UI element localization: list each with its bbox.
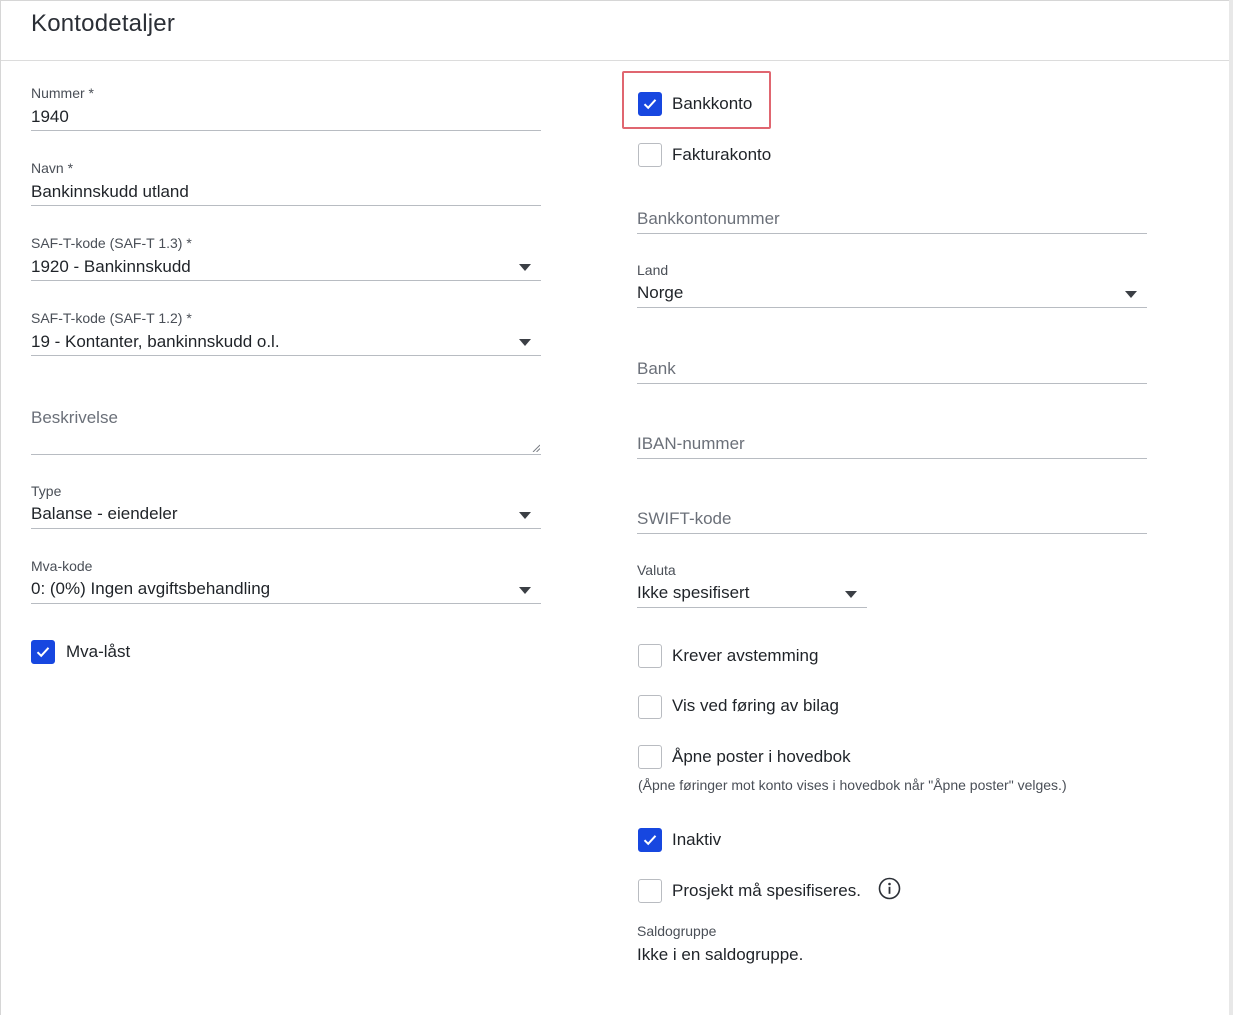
- swift-underline: [637, 533, 1147, 534]
- bank-underline: [637, 383, 1147, 384]
- land-underline: [637, 307, 1147, 308]
- mvalast-label[interactable]: Mva-låst: [66, 642, 130, 662]
- navn-label: Navn *: [31, 160, 74, 176]
- page-title: Kontodetaljer: [31, 10, 176, 37]
- land-value[interactable]: Norge: [637, 283, 683, 303]
- navn-value[interactable]: Bankinnskudd utland: [31, 182, 189, 202]
- nummer-field[interactable]: Nummer * 1940: [31, 83, 541, 133]
- bankkontonummer-field[interactable]: Bankkontonummer: [637, 208, 1147, 238]
- saft12-select[interactable]: SAF-T-kode (SAF-T 1.2) * 19 - Kontanter,…: [31, 308, 541, 358]
- saft12-label: SAF-T-kode (SAF-T 1.2) *: [31, 310, 192, 326]
- bankkonto-label[interactable]: Bankkonto: [672, 94, 752, 114]
- bank-placeholder: Bank: [637, 359, 676, 378]
- navn-underline: [31, 205, 541, 206]
- swift-placeholder: SWIFT-kode: [637, 509, 732, 528]
- vis-ved-foring-checkbox[interactable]: [638, 695, 662, 719]
- check-icon: [36, 647, 50, 658]
- apne-poster-label[interactable]: Åpne poster i hovedbok: [672, 747, 851, 767]
- land-select[interactable]: Land Norge: [637, 262, 1147, 312]
- check-icon: [643, 835, 657, 846]
- beskrivelse-placeholder: Beskrivelse: [31, 408, 118, 427]
- bankkontonummer-underline: [637, 233, 1147, 234]
- prosjekt-checkbox[interactable]: [638, 879, 662, 903]
- bankkonto-checkbox[interactable]: [638, 92, 662, 116]
- saft12-underline: [31, 355, 541, 356]
- saft13-value[interactable]: 1920 - Bankinnskudd: [31, 257, 191, 277]
- krever-avstemming-checkbox[interactable]: [638, 644, 662, 668]
- valuta-value[interactable]: Ikke spesifisert: [637, 583, 749, 603]
- nummer-underline: [31, 130, 541, 131]
- chevron-down-icon[interactable]: [519, 264, 531, 271]
- valuta-underline: [637, 607, 867, 608]
- saldogruppe-value: Ikke i en saldogruppe.: [637, 945, 804, 964]
- iban-field[interactable]: IBAN-nummer: [637, 433, 1147, 463]
- type-select[interactable]: Type Balanse - eiendeler: [31, 483, 541, 533]
- iban-placeholder: IBAN-nummer: [637, 434, 745, 453]
- check-icon: [643, 99, 657, 110]
- chevron-down-icon[interactable]: [519, 512, 531, 519]
- saft13-select[interactable]: SAF-T-kode (SAF-T 1.3) * 1920 - Bankinns…: [31, 233, 541, 283]
- type-underline: [31, 528, 541, 529]
- saft13-underline: [31, 280, 541, 281]
- chevron-down-icon[interactable]: [519, 587, 531, 594]
- nummer-value[interactable]: 1940: [31, 107, 69, 127]
- chevron-down-icon[interactable]: [519, 339, 531, 346]
- navn-field[interactable]: Navn * Bankinnskudd utland: [31, 158, 541, 208]
- valuta-label: Valuta: [637, 562, 676, 578]
- valuta-select[interactable]: Valuta Ikke spesifisert: [637, 562, 867, 612]
- chevron-down-icon[interactable]: [1125, 291, 1137, 298]
- type-label: Type: [31, 483, 62, 499]
- beskrivelse-underline: [31, 454, 541, 455]
- mvalast-checkbox[interactable]: [31, 640, 55, 664]
- iban-underline: [637, 458, 1147, 459]
- bank-field[interactable]: Bank: [637, 358, 1147, 388]
- scrollbar[interactable]: [1229, 0, 1233, 1015]
- chevron-down-icon[interactable]: [845, 591, 857, 598]
- bankkontonummer-placeholder: Bankkontonummer: [637, 209, 780, 228]
- fakturakonto-checkbox[interactable]: [638, 143, 662, 167]
- fakturakonto-label[interactable]: Fakturakonto: [672, 145, 771, 165]
- prosjekt-label[interactable]: Prosjekt må spesifiseres.: [672, 881, 861, 901]
- saft12-value[interactable]: 19 - Kontanter, bankinnskudd o.l.: [31, 332, 280, 352]
- krever-avstemming-label[interactable]: Krever avstemming: [672, 646, 818, 666]
- mvakode-underline: [31, 603, 541, 604]
- saldogruppe-field: Saldogruppe Ikke i en saldogruppe.: [637, 923, 1147, 973]
- apne-poster-note: (Åpne føringer mot konto vises i hovedbo…: [638, 777, 1067, 793]
- apne-poster-checkbox[interactable]: [638, 745, 662, 769]
- account-details-panel: Kontodetaljer Nummer * 1940 Navn * Banki…: [0, 0, 1230, 1015]
- swift-field[interactable]: SWIFT-kode: [637, 508, 1147, 538]
- inaktiv-checkbox[interactable]: [638, 828, 662, 852]
- mvakode-select[interactable]: Mva-kode 0: (0%) Ingen avgiftsbehandling: [31, 558, 541, 608]
- saft13-label: SAF-T-kode (SAF-T 1.3) *: [31, 235, 192, 251]
- resize-handle-icon[interactable]: [532, 444, 540, 452]
- saldogruppe-label: Saldogruppe: [637, 923, 717, 939]
- inaktiv-label[interactable]: Inaktiv: [672, 830, 721, 850]
- mvakode-label: Mva-kode: [31, 558, 93, 574]
- land-label: Land: [637, 262, 669, 278]
- nummer-label: Nummer *: [31, 85, 95, 101]
- beskrivelse-textarea[interactable]: Beskrivelse: [31, 406, 541, 456]
- type-value[interactable]: Balanse - eiendeler: [31, 504, 177, 524]
- mvakode-value[interactable]: 0: (0%) Ingen avgiftsbehandling: [31, 579, 270, 599]
- vis-ved-foring-label[interactable]: Vis ved føring av bilag: [672, 696, 839, 716]
- panel-header: Kontodetaljer: [1, 1, 1229, 61]
- info-icon[interactable]: [878, 877, 901, 900]
